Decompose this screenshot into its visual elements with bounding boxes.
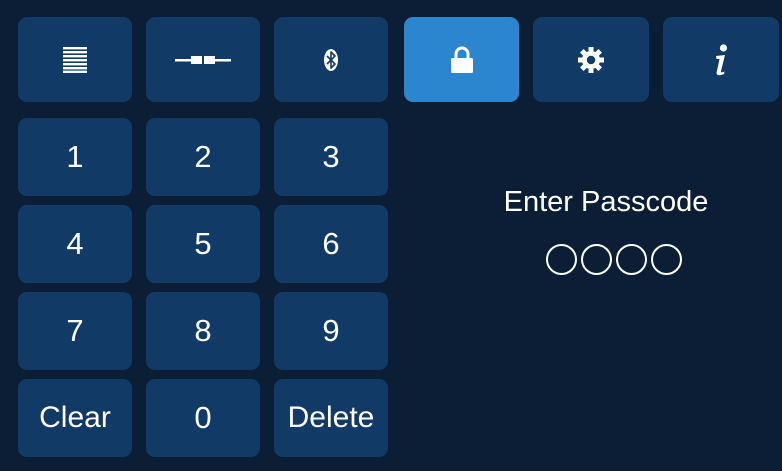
passcode-prompt: Enter Passcode [503, 186, 709, 218]
key-label: 4 [66, 226, 84, 261]
passcode-screen: 1 2 3 4 5 6 7 8 9 Clear 0 Delete Enter P… [0, 0, 782, 471]
info-icon [711, 43, 731, 76]
key-label: 9 [322, 313, 340, 348]
key-label: 0 [194, 400, 212, 435]
key-label: Delete [287, 401, 375, 434]
passcode-digit-dot [546, 244, 577, 275]
passcode-digit-dot [651, 244, 682, 275]
key-label: 1 [66, 139, 84, 174]
key-label: Clear [39, 401, 111, 434]
key-5[interactable]: 5 [146, 205, 260, 283]
lock-icon [450, 46, 474, 73]
key-8[interactable]: 8 [146, 292, 260, 370]
passcode-panel: Enter Passcode [400, 180, 782, 290]
key-label: 6 [322, 226, 340, 261]
key-1[interactable]: 1 [18, 118, 132, 196]
delete-button[interactable]: Delete [274, 379, 388, 457]
key-label: 2 [194, 139, 212, 174]
passcode-indicator [546, 244, 682, 275]
key-label: 5 [194, 226, 212, 261]
list-icon [63, 46, 87, 73]
key-label: 7 [66, 313, 84, 348]
key-label: 8 [194, 313, 212, 348]
tab-settings[interactable] [533, 17, 649, 102]
key-7[interactable]: 7 [18, 292, 132, 370]
key-3[interactable]: 3 [274, 118, 388, 196]
key-9[interactable]: 9 [274, 292, 388, 370]
passcode-digit-dot [581, 244, 612, 275]
bluetooth-icon [324, 48, 338, 71]
tab-connection[interactable] [146, 17, 260, 102]
key-0[interactable]: 0 [146, 379, 260, 457]
tab-list[interactable] [18, 17, 132, 102]
key-4[interactable]: 4 [18, 205, 132, 283]
key-label: 3 [322, 139, 340, 174]
connector-icon [175, 54, 231, 66]
key-2[interactable]: 2 [146, 118, 260, 196]
tab-lock[interactable] [404, 17, 519, 102]
tab-info[interactable] [663, 17, 779, 102]
key-6[interactable]: 6 [274, 205, 388, 283]
passcode-digit-dot [616, 244, 647, 275]
tab-bluetooth[interactable] [274, 17, 388, 102]
clear-button[interactable]: Clear [18, 379, 132, 457]
gear-icon [578, 46, 604, 73]
